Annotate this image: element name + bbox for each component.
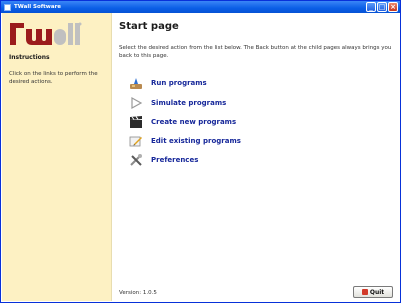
edit-pencil-icon bbox=[129, 136, 142, 147]
title-bar[interactable]: TWall Software _ □ × bbox=[1, 1, 400, 13]
action-run-programs[interactable]: Run programs bbox=[129, 76, 207, 90]
action-label: Create new programs bbox=[151, 118, 237, 126]
action-create-new-programs[interactable]: Create new programs bbox=[129, 115, 236, 129]
action-label: Run programs bbox=[151, 79, 207, 87]
action-edit-existing-programs[interactable]: Edit existing programs bbox=[129, 134, 241, 148]
window-title: TWall Software bbox=[14, 4, 62, 10]
version-label: Version: 1.0.5 bbox=[119, 290, 157, 296]
quit-label: Quit bbox=[369, 288, 385, 296]
quit-icon bbox=[361, 289, 368, 295]
simulate-play-icon bbox=[131, 96, 143, 110]
app-window: TWall Software _ □ × Instructions Click … bbox=[0, 0, 401, 303]
clapperboard-icon bbox=[130, 116, 142, 128]
maximize-button[interactable]: □ bbox=[377, 2, 387, 12]
main-panel: Start page Select the desired action fro… bbox=[112, 13, 400, 301]
instructions-text: Click on the links to perform the desire… bbox=[9, 71, 98, 85]
twall-logo bbox=[10, 22, 82, 45]
action-preferences[interactable]: Preferences bbox=[129, 153, 198, 167]
minimize-button[interactable]: _ bbox=[366, 2, 376, 12]
window-controls: _ □ × bbox=[366, 2, 398, 12]
action-simulate-programs[interactable]: Simulate programs bbox=[129, 96, 226, 110]
quit-button[interactable]: Quit bbox=[353, 286, 393, 298]
page-title: Start page bbox=[119, 21, 179, 32]
sidebar: Instructions Click on the links to perfo… bbox=[2, 13, 112, 301]
close-button[interactable]: × bbox=[388, 2, 398, 12]
action-label: Edit existing programs bbox=[151, 137, 241, 145]
page-description: Select the desired action from the list … bbox=[119, 45, 392, 59]
action-label: Simulate programs bbox=[151, 99, 227, 107]
app-icon bbox=[4, 3, 11, 11]
tools-icon bbox=[130, 154, 142, 166]
run-programs-icon bbox=[130, 78, 142, 89]
instructions-heading: Instructions bbox=[9, 54, 50, 61]
action-label: Preferences bbox=[151, 156, 199, 164]
